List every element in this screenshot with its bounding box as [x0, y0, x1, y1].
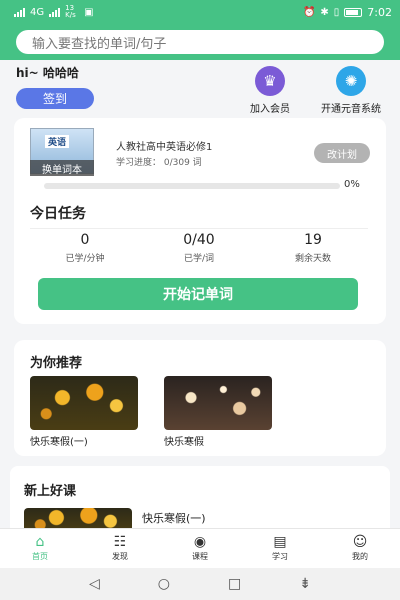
tab-label: 我的: [352, 552, 368, 561]
network-label: 4G: [30, 6, 45, 18]
stat-value: 19: [304, 232, 322, 248]
book-icon: ▤: [273, 534, 287, 550]
recommend-title: 为你推荐: [30, 356, 83, 371]
discover-icon: ☷: [113, 534, 127, 550]
recommend-caption[interactable]: 快乐寒假: [164, 433, 204, 448]
edit-plan-button[interactable]: 改计划: [314, 143, 370, 163]
recommend-thumb[interactable]: [164, 376, 272, 430]
join-member-button[interactable]: ♛ 加入会员: [234, 66, 306, 115]
recommend-card: 为你推荐 快乐寒假(一) 快乐寒假: [14, 340, 386, 456]
search-placeholder: 输入要查找的单词/句子: [32, 36, 167, 52]
progress-bar: [44, 183, 340, 189]
recommend-caption[interactable]: 快乐寒假(一): [30, 433, 88, 448]
stat-value: 0/40: [183, 232, 215, 248]
tab-study[interactable]: ▤ 学习: [240, 529, 320, 568]
stat-words: 0/40 已学/词: [144, 232, 254, 264]
checkin-button[interactable]: 签到: [16, 88, 94, 109]
swap-book-button[interactable]: 换单词本: [30, 160, 94, 176]
stat-label: 已学/分钟: [65, 254, 105, 264]
tab-label: 发现: [112, 552, 128, 561]
vowel-system-label: 开通元音系统: [321, 104, 381, 115]
stat-days: 19 剩余天数: [258, 232, 368, 264]
book-cover-text: 英语: [45, 135, 70, 148]
study-card: 英语 换单词本 人教社高中英语必修1 学习进度： 0/309 词 改计划 0% …: [14, 118, 386, 324]
tab-label: 学习: [272, 552, 288, 561]
greeting-text: hi~ 哈哈哈: [16, 66, 79, 80]
tab-label: 首页: [32, 552, 48, 561]
stat-minutes: 0 已学/分钟: [30, 232, 140, 264]
net-speed: 13 K/s: [65, 4, 76, 19]
book-progress-text: 学习进度： 0/309 词: [116, 158, 202, 168]
stat-label: 剩余天数: [294, 254, 331, 264]
profile-icon: ☺: [352, 534, 368, 550]
notification-pull-icon[interactable]: ⇟: [299, 576, 311, 592]
new-courses-card: 新上好课 快乐寒假(一): [10, 466, 390, 536]
vowel-system-button[interactable]: ✺ 开通元音系统: [308, 66, 394, 115]
course-icon: ◉: [193, 534, 207, 550]
vibrate-icon: ▯: [333, 6, 340, 18]
bluetooth-icon: ✱: [320, 6, 329, 18]
stat-label: 已学/词: [183, 254, 215, 264]
home-circle-icon[interactable]: ○: [158, 576, 170, 592]
recents-icon[interactable]: □: [228, 576, 241, 592]
search-input[interactable]: 输入要查找的单词/句子: [16, 30, 384, 54]
crown-icon: ♛: [255, 66, 285, 96]
tab-label: 课程: [192, 552, 208, 561]
back-icon[interactable]: ◁: [89, 576, 100, 592]
new-courses-title: 新上好课: [24, 484, 77, 499]
status-time: 7:02: [367, 5, 392, 19]
system-navigation-bar: ◁ ○ □ ⇟: [0, 568, 400, 600]
divider: [30, 228, 368, 229]
home-icon: ⌂: [35, 534, 45, 550]
tab-profile[interactable]: ☺ 我的: [320, 529, 400, 568]
alarm-icon: ⏰: [302, 6, 316, 18]
signal-icon: [14, 7, 25, 17]
sim-icon: ▣: [84, 6, 94, 18]
tab-discover[interactable]: ☷ 发现: [80, 529, 160, 568]
status-bar: 4G 13 K/s ▣ ⏰ ✱ ▯ 7:02: [0, 0, 400, 24]
join-member-label: 加入会员: [250, 104, 290, 115]
book-title: 人教社高中英语必修1: [116, 142, 213, 153]
bottom-tab-bar: ⌂ 首页 ☷ 发现 ◉ 课程 ▤ 学习 ☺ 我的: [0, 528, 400, 568]
progress-percent: 0%: [344, 179, 360, 190]
atom-icon: ✺: [336, 66, 366, 96]
signal-2-icon: [49, 7, 61, 17]
tab-home[interactable]: ⌂ 首页: [0, 529, 80, 568]
stat-value: 0: [80, 232, 90, 248]
task-title: 今日任务: [30, 206, 86, 222]
course-title[interactable]: 快乐寒假(一): [142, 510, 206, 526]
start-memorize-button[interactable]: 开始记单词: [38, 278, 358, 310]
battery-icon: [344, 7, 363, 17]
tab-course[interactable]: ◉ 课程: [160, 529, 240, 568]
recommend-thumb[interactable]: [30, 376, 138, 430]
